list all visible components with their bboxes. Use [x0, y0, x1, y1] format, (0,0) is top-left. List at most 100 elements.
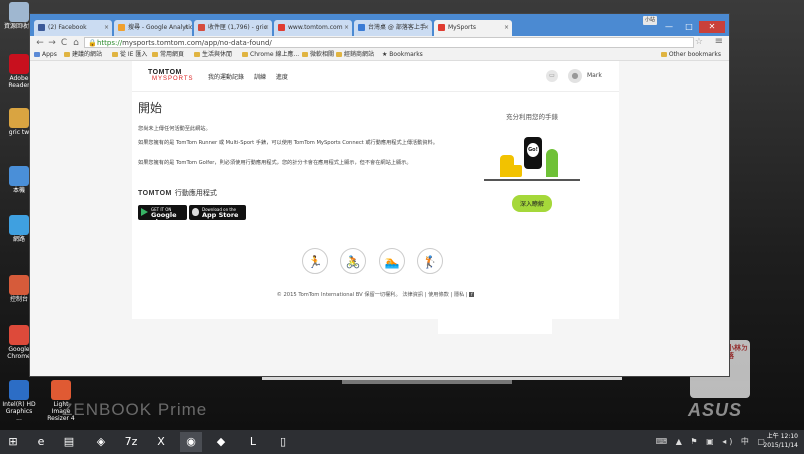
- tab-title: MySports: [448, 24, 476, 31]
- watch-screen-text: Go!: [527, 143, 539, 157]
- tomtom-logo[interactable]: TOMTOM MYSPORTS: [148, 69, 194, 82]
- facebook-icon[interactable]: f: [469, 292, 475, 297]
- watch-promo: 充分利用您的手錶 Go! 深入瞭解: [478, 111, 586, 212]
- desktop-app-icon: [9, 215, 29, 235]
- folder-icon: [194, 52, 200, 57]
- browser-tab[interactable]: www.tomtom.com ×: [274, 20, 352, 36]
- bookmark-item[interactable]: 從 IE 匯入: [112, 50, 147, 60]
- promo-title: 充分利用您的手錶: [506, 113, 558, 121]
- tab-close-icon[interactable]: ×: [264, 20, 269, 36]
- chrome-icon[interactable]: ◉: [180, 432, 202, 452]
- desktop-app-icon: [9, 166, 29, 186]
- system-tray[interactable]: ⌨ ▲ ⚑ ▣ ◂) 中 ▢: [656, 436, 768, 447]
- bookmark-item[interactable]: Apps: [34, 50, 57, 60]
- bookmark-label: Apps: [42, 51, 57, 58]
- bookmark-label: 經銷商網站: [344, 51, 375, 58]
- forward-button[interactable]: →: [46, 37, 58, 49]
- app-store-button[interactable]: Download on the App Store: [189, 205, 246, 220]
- page-bottom-panel: [438, 319, 552, 334]
- lock-icon: 🔒: [88, 39, 97, 47]
- browser-tab[interactable]: 收件匣 (1,796) - gric ×: [194, 20, 272, 36]
- promo-ground: [484, 179, 580, 181]
- bookmark-item[interactable]: 生活與休閒: [194, 50, 232, 60]
- nav-link-progress[interactable]: 進度: [276, 74, 288, 81]
- reload-button[interactable]: C: [58, 37, 70, 49]
- bookmark-label: 生活與休閒: [202, 51, 233, 58]
- folder-icon: [64, 52, 70, 57]
- google-play-big: Google play: [151, 211, 177, 226]
- bookmark-item[interactable]: ★ Bookmarks: [382, 50, 423, 60]
- desktop-app-icon: [9, 325, 29, 345]
- address-bar[interactable]: 🔒 https://mysports.tomtom.com/app/no-data…: [84, 37, 694, 48]
- golf-icon[interactable]: 🏌: [417, 248, 443, 274]
- minimize-button[interactable]: —: [659, 21, 679, 33]
- tab-favicon-icon: [198, 24, 205, 31]
- bookmark-label: 從 IE 匯入: [120, 51, 148, 58]
- tab-close-icon[interactable]: ×: [504, 20, 509, 36]
- network-icon[interactable]: ◈: [90, 432, 112, 452]
- running-icon[interactable]: 🏃: [302, 248, 328, 274]
- apps-heading-text: 行動應用程式: [174, 189, 217, 197]
- browser-tab[interactable]: (2) Facebook ×: [34, 20, 112, 36]
- window-controls: — □ ✕: [659, 14, 725, 33]
- back-button[interactable]: ←: [34, 37, 46, 49]
- chat-icon[interactable]: ▭: [546, 70, 558, 82]
- maximize-button[interactable]: □: [679, 21, 699, 33]
- apps-icon: [34, 52, 40, 57]
- tab-title: 搜尋 - Google Analytics: [128, 24, 192, 31]
- tab-close-icon[interactable]: ×: [424, 20, 429, 36]
- learn-more-button[interactable]: 深入瞭解: [511, 195, 552, 212]
- bookmark-item[interactable]: 微軟相關: [302, 50, 334, 60]
- clock[interactable]: 上午 12:10 2015/11/14: [763, 432, 798, 450]
- bookmark-star-icon[interactable]: ☆: [695, 37, 703, 47]
- app-icon[interactable]: ◆: [210, 432, 232, 452]
- taskbar: ⊞ e ▤ ◈ 7z X ◉ ◆ L ▯ ⌨ ▲ ⚑ ▣ ◂) 中 ▢ 上午 12:10 2015…: [0, 430, 804, 454]
- desktop-icon-label: Intel(R) HD Graphics ...: [2, 401, 36, 422]
- nav-link-training[interactable]: 訓練: [254, 74, 266, 81]
- 7z-icon[interactable]: 7z: [120, 432, 142, 452]
- url-scheme: https://: [97, 39, 123, 47]
- tab-title: (2) Facebook: [48, 24, 87, 31]
- explorer-icon[interactable]: ▤: [58, 432, 80, 452]
- bookmark-item[interactable]: 建議的網站: [64, 50, 102, 60]
- other-bookmarks[interactable]: Other bookmarks: [660, 50, 721, 60]
- browser-tab[interactable]: 台灣桌 @ 部落客上手 ×: [354, 20, 432, 36]
- google-play-button[interactable]: GET IT ON Google play: [138, 205, 187, 226]
- browser-tab[interactable]: MySports ×: [434, 20, 512, 36]
- desktop-app-icon: [9, 2, 29, 22]
- close-button[interactable]: ✕: [699, 21, 725, 33]
- folder-icon: [152, 52, 158, 57]
- ie-icon[interactable]: e: [30, 432, 52, 452]
- bookmark-item[interactable]: 經銷商網站: [336, 50, 374, 60]
- home-button[interactable]: ⌂: [70, 37, 82, 49]
- desktop-icon[interactable]: Intel(R) HD Graphics ...: [2, 380, 36, 422]
- zenbook-wallpaper-text: ZENBOOK Prime: [62, 400, 208, 419]
- swimming-icon[interactable]: 🏊: [379, 248, 405, 274]
- google-play-icon: [141, 208, 148, 216]
- tab-favicon-icon: [118, 24, 125, 31]
- excel-icon[interactable]: X: [150, 432, 172, 452]
- bookmark-label: 微軟相關: [310, 51, 335, 58]
- line-icon[interactable]: L: [242, 432, 264, 452]
- phone-icon[interactable]: ▯: [272, 432, 294, 452]
- user-name[interactable]: Mark: [587, 72, 602, 79]
- tab-title: 台灣桌 @ 部落客上手: [368, 24, 426, 31]
- cycling-icon[interactable]: 🚴: [340, 248, 366, 274]
- start-icon[interactable]: ⊞: [2, 432, 24, 452]
- user-avatar-icon[interactable]: ●: [568, 69, 582, 83]
- clock-time: 上午 12:10: [766, 433, 798, 440]
- nav-link-activities[interactable]: 我的運動記錄: [208, 74, 244, 81]
- bookmark-item[interactable]: Chrome 線上應...: [242, 50, 299, 60]
- desktop-app-icon: [9, 54, 29, 74]
- chrome-menu-icon[interactable]: ≡: [715, 36, 723, 47]
- tab-close-icon[interactable]: ×: [104, 20, 109, 36]
- bookmark-item[interactable]: 常用網頁: [152, 50, 184, 60]
- tab-close-icon[interactable]: ×: [344, 20, 349, 36]
- tab-close-icon[interactable]: ×: [184, 20, 189, 36]
- apps-heading-brand: TOMTOM: [138, 190, 172, 197]
- promo-figure-small: [512, 165, 522, 177]
- browser-tab[interactable]: 搜尋 - Google Analytics ×: [114, 20, 192, 36]
- profile-badge[interactable]: 小站: [643, 16, 657, 25]
- folder-icon: [112, 52, 118, 57]
- tab-title: www.tomtom.com: [288, 24, 343, 31]
